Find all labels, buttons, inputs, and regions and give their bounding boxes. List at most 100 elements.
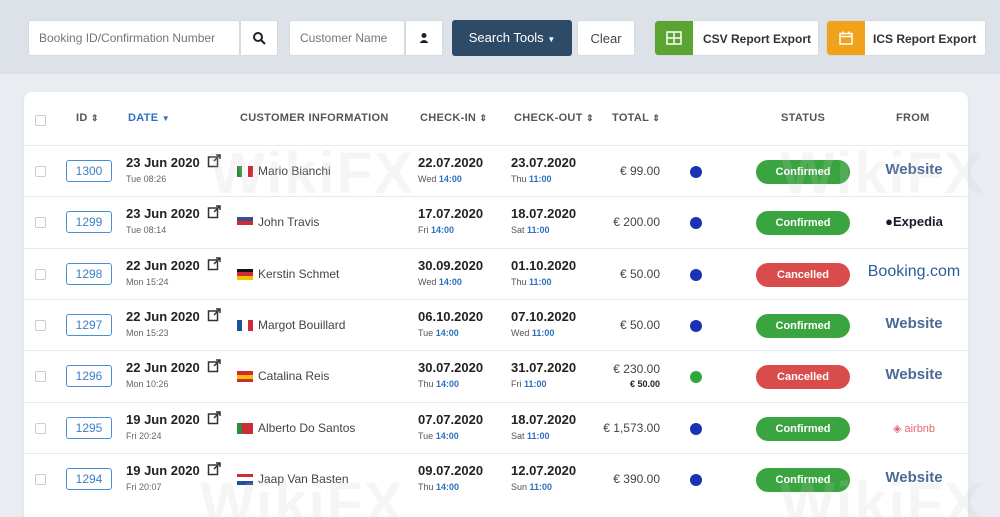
header-checkout[interactable]: CHECK-OUT ⇕ [514, 112, 594, 124]
table-row[interactable]: 1296 22 Jun 2020 Mon 10:26 Catalina Reis 30.… [24, 350, 968, 401]
table-row[interactable]: 1297 22 Jun 2020 Mon 15:23 Margot Bouillard… [24, 298, 968, 350]
booking-id[interactable]: 1298 [66, 262, 112, 285]
payment-status-dot [690, 166, 702, 178]
calendar-icon [827, 21, 865, 55]
status-badge[interactable]: Confirmed [756, 211, 850, 236]
header-date[interactable]: DATE ▼ [128, 112, 170, 124]
checkin-date: 06.10.2020 [418, 308, 484, 324]
expedia-logo-icon: ● [885, 214, 893, 230]
customer-name[interactable]: Catalina Reis [258, 369, 329, 383]
sort-icon: ⇕ [90, 113, 99, 123]
booking-id[interactable]: 1297 [66, 313, 112, 336]
table-row[interactable]: 1294 19 Jun 2020 Fri 20:07 Jaap Van Basten 0… [24, 452, 968, 504]
booking-id-input[interactable] [28, 20, 240, 56]
customer-name[interactable]: Margot Bouillard [258, 318, 345, 332]
row-checkbox[interactable] [35, 268, 46, 280]
table-row[interactable]: 1295 19 Jun 2020 Fri 20:24 Alberto Do Santo… [24, 401, 968, 453]
total-amount: € 390.00 [613, 471, 660, 486]
row-checkbox[interactable] [35, 319, 46, 331]
search-tools-button[interactable]: Search Tools ▼ [452, 20, 572, 56]
select-all-checkbox[interactable] [35, 115, 46, 126]
airbnb-logo-icon: ◈ [892, 422, 905, 435]
status-badge[interactable]: Confirmed [756, 313, 850, 338]
checkin-date: 07.07.2020 [418, 411, 484, 427]
payment-status-dot [690, 422, 702, 435]
customer-name[interactable]: Alberto Do Santos [258, 421, 355, 435]
checkout-time: Wed 11:00 [511, 327, 555, 338]
clear-button[interactable]: Clear [577, 20, 635, 56]
status-badge[interactable]: Confirmed [756, 467, 850, 492]
checkin-date: 09.07.2020 [418, 462, 484, 478]
header-id[interactable]: ID ⇕ [76, 112, 99, 124]
external-link-icon[interactable] [207, 256, 221, 271]
total-paid: € 50.00 [629, 379, 660, 390]
checkin-time: Thu 14:00 [418, 481, 460, 492]
checkout-time: Sun 11:00 [511, 481, 553, 492]
customer-name[interactable]: Jaap Van Basten [258, 472, 349, 486]
table-row[interactable]: 1299 23 Jun 2020 Tue 08:14 John Travis 17.07… [24, 196, 968, 247]
external-link-icon[interactable] [207, 308, 221, 322]
row-checkbox[interactable] [35, 217, 46, 229]
country-flag-icon [237, 473, 253, 485]
header-checkin[interactable]: CHECK-IN ⇕ [420, 112, 487, 124]
search-button[interactable] [240, 20, 278, 56]
row-checkbox[interactable] [35, 166, 46, 177]
payment-status-dot [690, 268, 702, 281]
booking-date: 19 Jun 2020 [126, 411, 200, 427]
status-badge[interactable]: Confirmed [756, 160, 850, 184]
booking-time: Mon 15:23 [126, 327, 169, 338]
customer-button[interactable] [405, 20, 443, 56]
source-airbnb: ◈ airbnb [892, 422, 936, 435]
toolbar: Search Tools ▼ Clear CSV Report Export I… [0, 0, 1000, 74]
checkout-date: 18.07.2020 [511, 411, 577, 427]
country-flag-icon [237, 166, 253, 177]
customer-name[interactable]: Kerstin Schmet [258, 267, 339, 281]
search-tools-label: Search Tools [468, 30, 544, 45]
source-website: Website [885, 314, 943, 332]
row-checkbox[interactable] [35, 371, 46, 383]
row-checkbox[interactable] [35, 473, 46, 485]
ics-export-button[interactable]: ICS Report Export [826, 20, 986, 56]
status-badge[interactable]: Confirmed [756, 416, 850, 441]
sort-icon: ⇕ [479, 113, 488, 123]
payment-status-dot [690, 371, 702, 384]
customer-name[interactable]: John Travis [258, 215, 319, 229]
booking-id[interactable]: 1300 [66, 160, 112, 182]
booking-date: 23 Jun 2020 [126, 155, 200, 170]
country-flag-icon [237, 371, 253, 383]
country-flag-icon [237, 319, 253, 331]
sort-desc-icon: ▼ [161, 114, 170, 123]
table-row[interactable]: 1300 23 Jun 2020 Tue 08:26 Mario Bianchi 22.… [24, 145, 968, 196]
booking-id[interactable]: 1294 [66, 467, 112, 490]
booking-date: 22 Jun 2020 [126, 360, 200, 376]
row-checkbox[interactable] [35, 422, 46, 434]
external-link-icon[interactable] [207, 462, 221, 476]
booking-id[interactable]: 1299 [66, 211, 112, 234]
booking-date: 19 Jun 2020 [126, 462, 200, 478]
total-amount: € 99.00 [619, 164, 660, 178]
source-website: Website [885, 366, 943, 384]
header-total[interactable]: TOTAL ⇕ [612, 112, 660, 124]
table-icon [655, 21, 693, 55]
customer-name-input[interactable] [289, 20, 405, 56]
checkout-time: Sat 11:00 [511, 430, 550, 441]
external-link-icon[interactable] [207, 359, 221, 373]
booking-time: Mon 15:24 [126, 276, 169, 287]
csv-export-button[interactable]: CSV Report Export [654, 20, 819, 56]
external-link-icon[interactable] [207, 410, 221, 425]
checkout-time: Thu 11:00 [511, 276, 552, 287]
booking-date: 23 Jun 2020 [126, 206, 200, 222]
customer-name[interactable]: Mario Bianchi [258, 164, 331, 178]
payment-status-dot [690, 217, 702, 230]
checkin-time: Wed 14:00 [418, 174, 462, 184]
external-link-icon[interactable] [207, 154, 221, 168]
table-row[interactable]: 1298 22 Jun 2020 Mon 15:24 Kerstin Schmet 30… [24, 247, 968, 299]
external-link-icon[interactable] [207, 205, 221, 219]
status-badge[interactable]: Cancelled [756, 365, 850, 390]
checkout-date: 12.07.2020 [511, 462, 577, 478]
checkin-time: Wed 14:00 [418, 276, 462, 287]
booking-id[interactable]: 1296 [66, 365, 112, 388]
status-badge[interactable]: Cancelled [756, 262, 850, 287]
checkin-date: 30.07.2020 [418, 360, 484, 376]
booking-id[interactable]: 1295 [66, 416, 112, 439]
